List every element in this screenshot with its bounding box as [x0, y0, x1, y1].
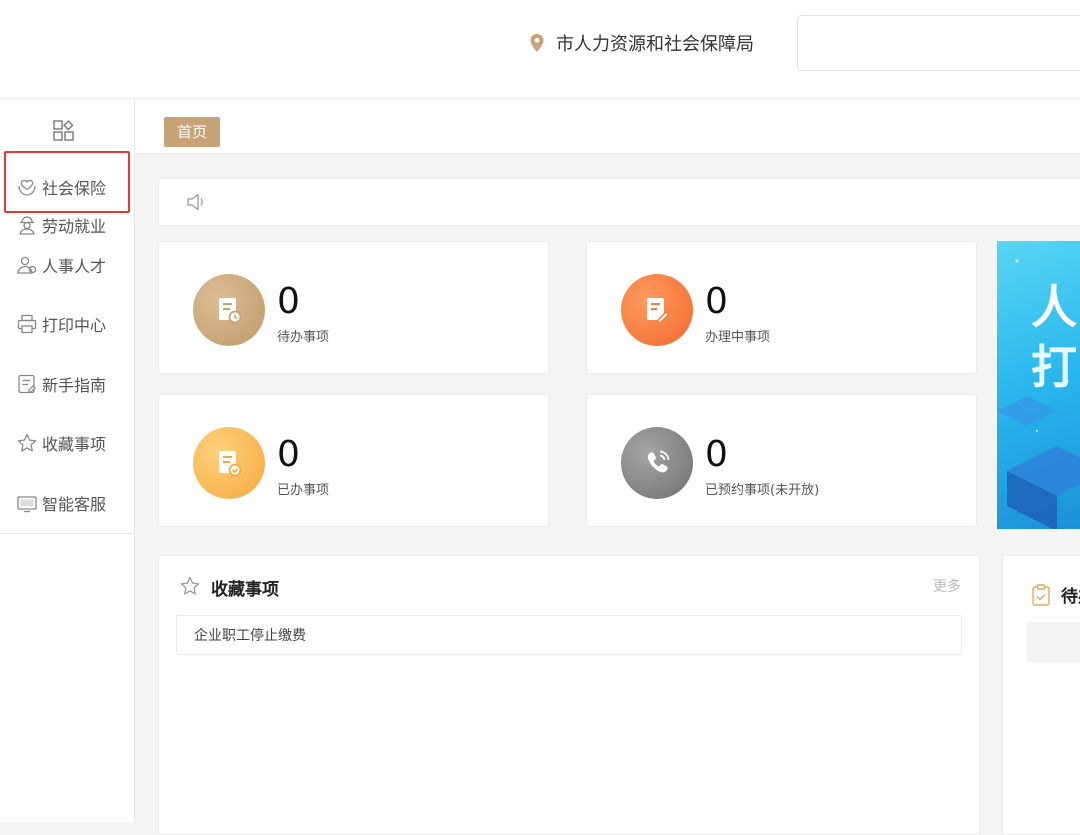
people-icon: [17, 256, 37, 274]
star-icon: [180, 576, 200, 595]
appointments-label: 已预约事项(未开放): [705, 483, 820, 498]
star-icon: [17, 433, 37, 452]
completed-label: 已办事项: [277, 483, 330, 498]
sidebar-item-label: 打印中心: [42, 316, 107, 335]
customer-service-icon: [17, 496, 37, 513]
document-clock-icon: [219, 298, 242, 324]
pending-badge: [193, 274, 265, 346]
sidebar-item-guide[interactable]: 新手指南: [16, 372, 106, 396]
sidebar-item-customer-service[interactable]: 智能客服: [16, 491, 106, 515]
sidebar-item-label: 劳动就业: [42, 217, 107, 236]
sidebar-item-print-center[interactable]: 打印中心: [16, 312, 106, 336]
document-edit-icon: [647, 298, 670, 324]
location-pin-icon: [530, 34, 544, 52]
sidebar-item-label: 智能客服: [42, 495, 107, 514]
sidebar-item-employment[interactable]: 劳动就业: [16, 213, 106, 237]
highlight-box: [4, 151, 130, 213]
tab-bar: 首页: [135, 99, 1080, 154]
sidebar-item-label: 新手指南: [42, 376, 107, 395]
speaker-icon: [187, 193, 203, 211]
location-indicator[interactable]: 市人力资源和社会保障局: [530, 30, 754, 56]
todo-title: 待办: [1061, 587, 1080, 607]
todo-row[interactable]: [1027, 622, 1080, 662]
banner-text-line1: 人: [1031, 280, 1077, 334]
stat-card-in-progress[interactable]: 0 办理中事项: [586, 241, 977, 374]
in-progress-label: 办理中事项: [705, 330, 771, 345]
completed-badge: [193, 427, 265, 499]
favorites-panel: 收藏事项 更多 企业职工停止缴费: [158, 555, 980, 835]
in-progress-badge: [621, 274, 693, 346]
apps-grid-icon[interactable]: [52, 119, 76, 143]
sidebar-item-label: 收藏事项: [42, 435, 107, 454]
stat-card-completed[interactable]: 0 已办事项: [158, 394, 549, 527]
appointments-badge: [621, 427, 693, 499]
appointments-count: 0: [705, 434, 728, 475]
pending-count: 0: [277, 281, 300, 322]
clipboard-check-icon: [1032, 584, 1050, 606]
stat-card-appointments[interactable]: 0 已预约事项(未开放): [586, 394, 977, 527]
pending-label: 待办事项: [277, 330, 330, 345]
favorite-item[interactable]: 企业职工停止缴费: [176, 615, 962, 655]
document-check-icon: [219, 451, 242, 477]
guide-icon: [18, 374, 36, 394]
search-input[interactable]: [797, 15, 1080, 71]
sidebar-divider: [0, 533, 134, 534]
completed-count: 0: [277, 434, 300, 475]
promo-banner[interactable]: 人 打: [997, 241, 1080, 529]
banner-text-line2: 打: [1031, 340, 1077, 394]
phone-icon: [647, 450, 670, 473]
tab-home[interactable]: 首页: [164, 117, 221, 147]
sidebar-item-personnel[interactable]: 人事人才: [16, 253, 106, 277]
in-progress-count: 0: [705, 281, 728, 322]
favorites-more-link[interactable]: 更多: [933, 576, 961, 596]
location-text: 市人力资源和社会保障局: [556, 34, 754, 55]
todo-panel: 待办: [1002, 555, 1080, 835]
favorites-title: 收藏事项: [211, 580, 279, 600]
sidebar-item-label: 人事人才: [42, 257, 107, 276]
printer-icon: [17, 314, 37, 334]
stat-card-pending[interactable]: 0 待办事项: [158, 241, 549, 374]
sidebar-item-favorites[interactable]: 收藏事项: [16, 431, 106, 455]
notice-bar: [158, 178, 1080, 226]
top-header: 市人力资源和社会保障局: [0, 0, 1080, 99]
worker-icon: [19, 216, 35, 235]
